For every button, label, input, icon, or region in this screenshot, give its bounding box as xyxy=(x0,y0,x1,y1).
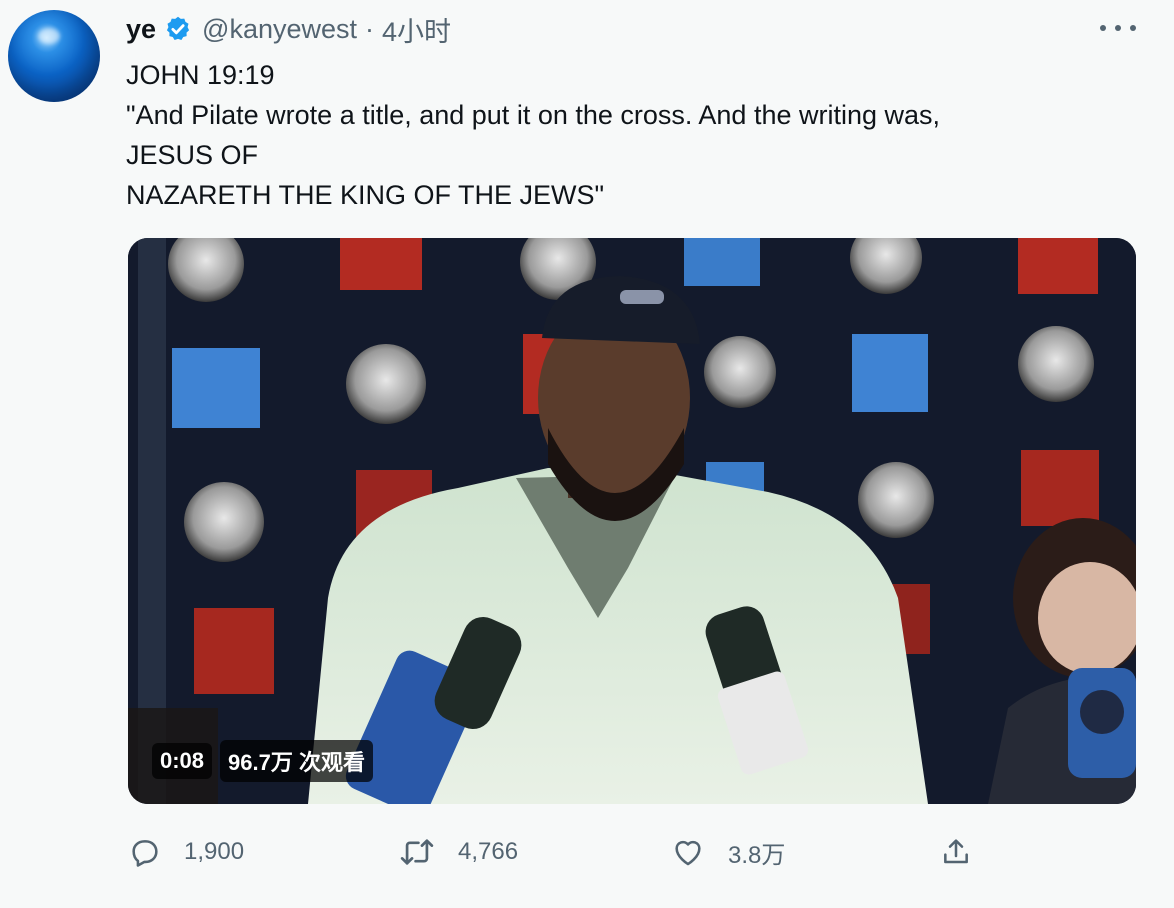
tweet-header: ye @kanyewest · 4小时 xyxy=(126,10,451,49)
share-icon xyxy=(944,839,968,864)
video-view-count: 96.7万 次观看 xyxy=(220,740,373,782)
retweet-button[interactable]: 4,766 xyxy=(398,830,518,874)
tweet-text-line: NAZARETH THE KING OF THE JEWS" xyxy=(126,180,605,210)
timestamp[interactable]: 4小时 xyxy=(382,10,451,49)
video-duration: 0:08 xyxy=(152,743,213,779)
video-player[interactable] xyxy=(128,238,1136,804)
more-options-icon[interactable] xyxy=(1100,16,1136,40)
tweet-text-line: JESUS OF xyxy=(126,140,259,170)
heart-icon xyxy=(675,840,701,866)
avatar[interactable] xyxy=(8,10,100,102)
tweet-text-line: JOHN 19:19 xyxy=(126,60,275,90)
action-bar: 1,900 4,766 3.8万 xyxy=(128,830,988,874)
reply-button[interactable]: 1,900 xyxy=(128,830,244,874)
video-meta: 0:08 96.7万 次观看 xyxy=(152,740,373,782)
author-name[interactable]: ye xyxy=(126,14,156,45)
like-button[interactable]: 3.8万 xyxy=(670,830,785,874)
tweet: ye @kanyewest · 4小时 JOHN 19:19 "And Pila… xyxy=(0,0,1174,908)
verified-badge-icon xyxy=(164,15,192,43)
retweet-icon xyxy=(400,839,434,865)
separator-dot: · xyxy=(365,13,375,44)
tweet-text: JOHN 19:19 "And Pilate wrote a title, an… xyxy=(126,55,1136,215)
tweet-text-line: "And Pilate wrote a title, and put it on… xyxy=(126,100,941,130)
reply-icon xyxy=(132,840,158,867)
retweet-count: 4,766 xyxy=(458,838,519,865)
like-count: 3.8万 xyxy=(728,841,786,869)
share-button[interactable] xyxy=(940,830,994,874)
reply-count: 1,900 xyxy=(184,838,245,865)
author-handle[interactable]: @kanyewest xyxy=(202,14,357,45)
